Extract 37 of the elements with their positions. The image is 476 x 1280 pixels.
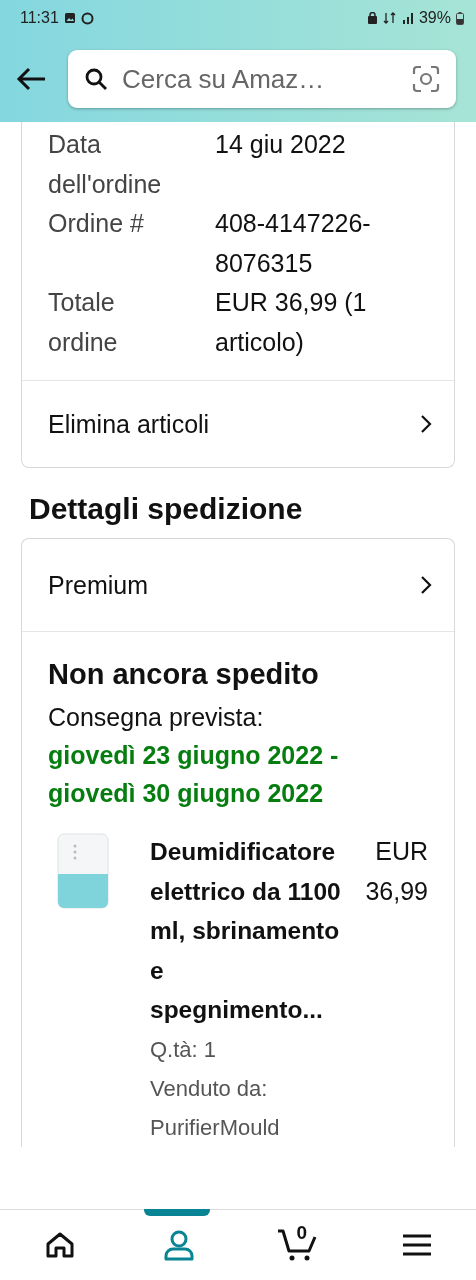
cart-count: 0 xyxy=(296,1222,308,1244)
cart-tab[interactable]: 0 xyxy=(262,1210,333,1280)
detail-value: EUR 36,99 (1 articolo) xyxy=(215,287,368,358)
section-heading: Dettagli spedizione xyxy=(28,491,304,527)
detail-value: 408-4147226-8076315 xyxy=(215,208,372,279)
product-seller: Venduto da: PurifierMould xyxy=(150,1074,281,1142)
gallery-icon xyxy=(63,12,76,24)
status-time: 11:31 xyxy=(20,9,59,27)
delivery-label: Consegna prevista: xyxy=(48,702,265,733)
back-icon[interactable] xyxy=(16,67,46,91)
person-icon xyxy=(162,1229,195,1261)
lock-icon xyxy=(366,12,378,24)
product-price: EUR 36,99 xyxy=(364,836,428,907)
battery-icon xyxy=(456,11,464,25)
remove-items-row[interactable]: Elimina articoli xyxy=(22,380,454,467)
cart-icon xyxy=(276,1228,319,1262)
search-field[interactable]: Cerca su Amaz… xyxy=(68,50,456,108)
search-icon xyxy=(84,67,108,91)
battery-percent: 39% xyxy=(418,9,451,27)
search-input[interactable]: Cerca su Amaz… xyxy=(120,62,400,96)
shipping-type-row[interactable]: Premium xyxy=(22,539,454,632)
network-icon xyxy=(382,12,397,24)
detail-label: Ordine # xyxy=(48,208,145,239)
shipment-status: Non ancora spedito xyxy=(48,657,320,692)
product-title[interactable]: Deumidificatore elettrico da 1100 ml, sbrinamento e spegnimento... xyxy=(150,832,342,1030)
delivery-dates: giovedì 23 giugno 2022 - giovedì 30 giugno 2022 xyxy=(48,740,340,809)
detail-value: 14 giu 2022 xyxy=(215,129,347,160)
circle-icon xyxy=(80,11,94,25)
chevron-right-icon xyxy=(420,414,432,434)
home-icon xyxy=(44,1231,75,1259)
detail-label: Totale ordine xyxy=(48,287,119,358)
camera-scan-icon[interactable] xyxy=(412,65,440,93)
product-quantity: Q.tà: 1 xyxy=(150,1035,218,1064)
chevron-right-icon xyxy=(420,575,432,595)
menu-icon xyxy=(401,1233,432,1257)
detail-label: Data dell'ordine xyxy=(48,129,163,200)
signal-icon xyxy=(401,12,414,24)
